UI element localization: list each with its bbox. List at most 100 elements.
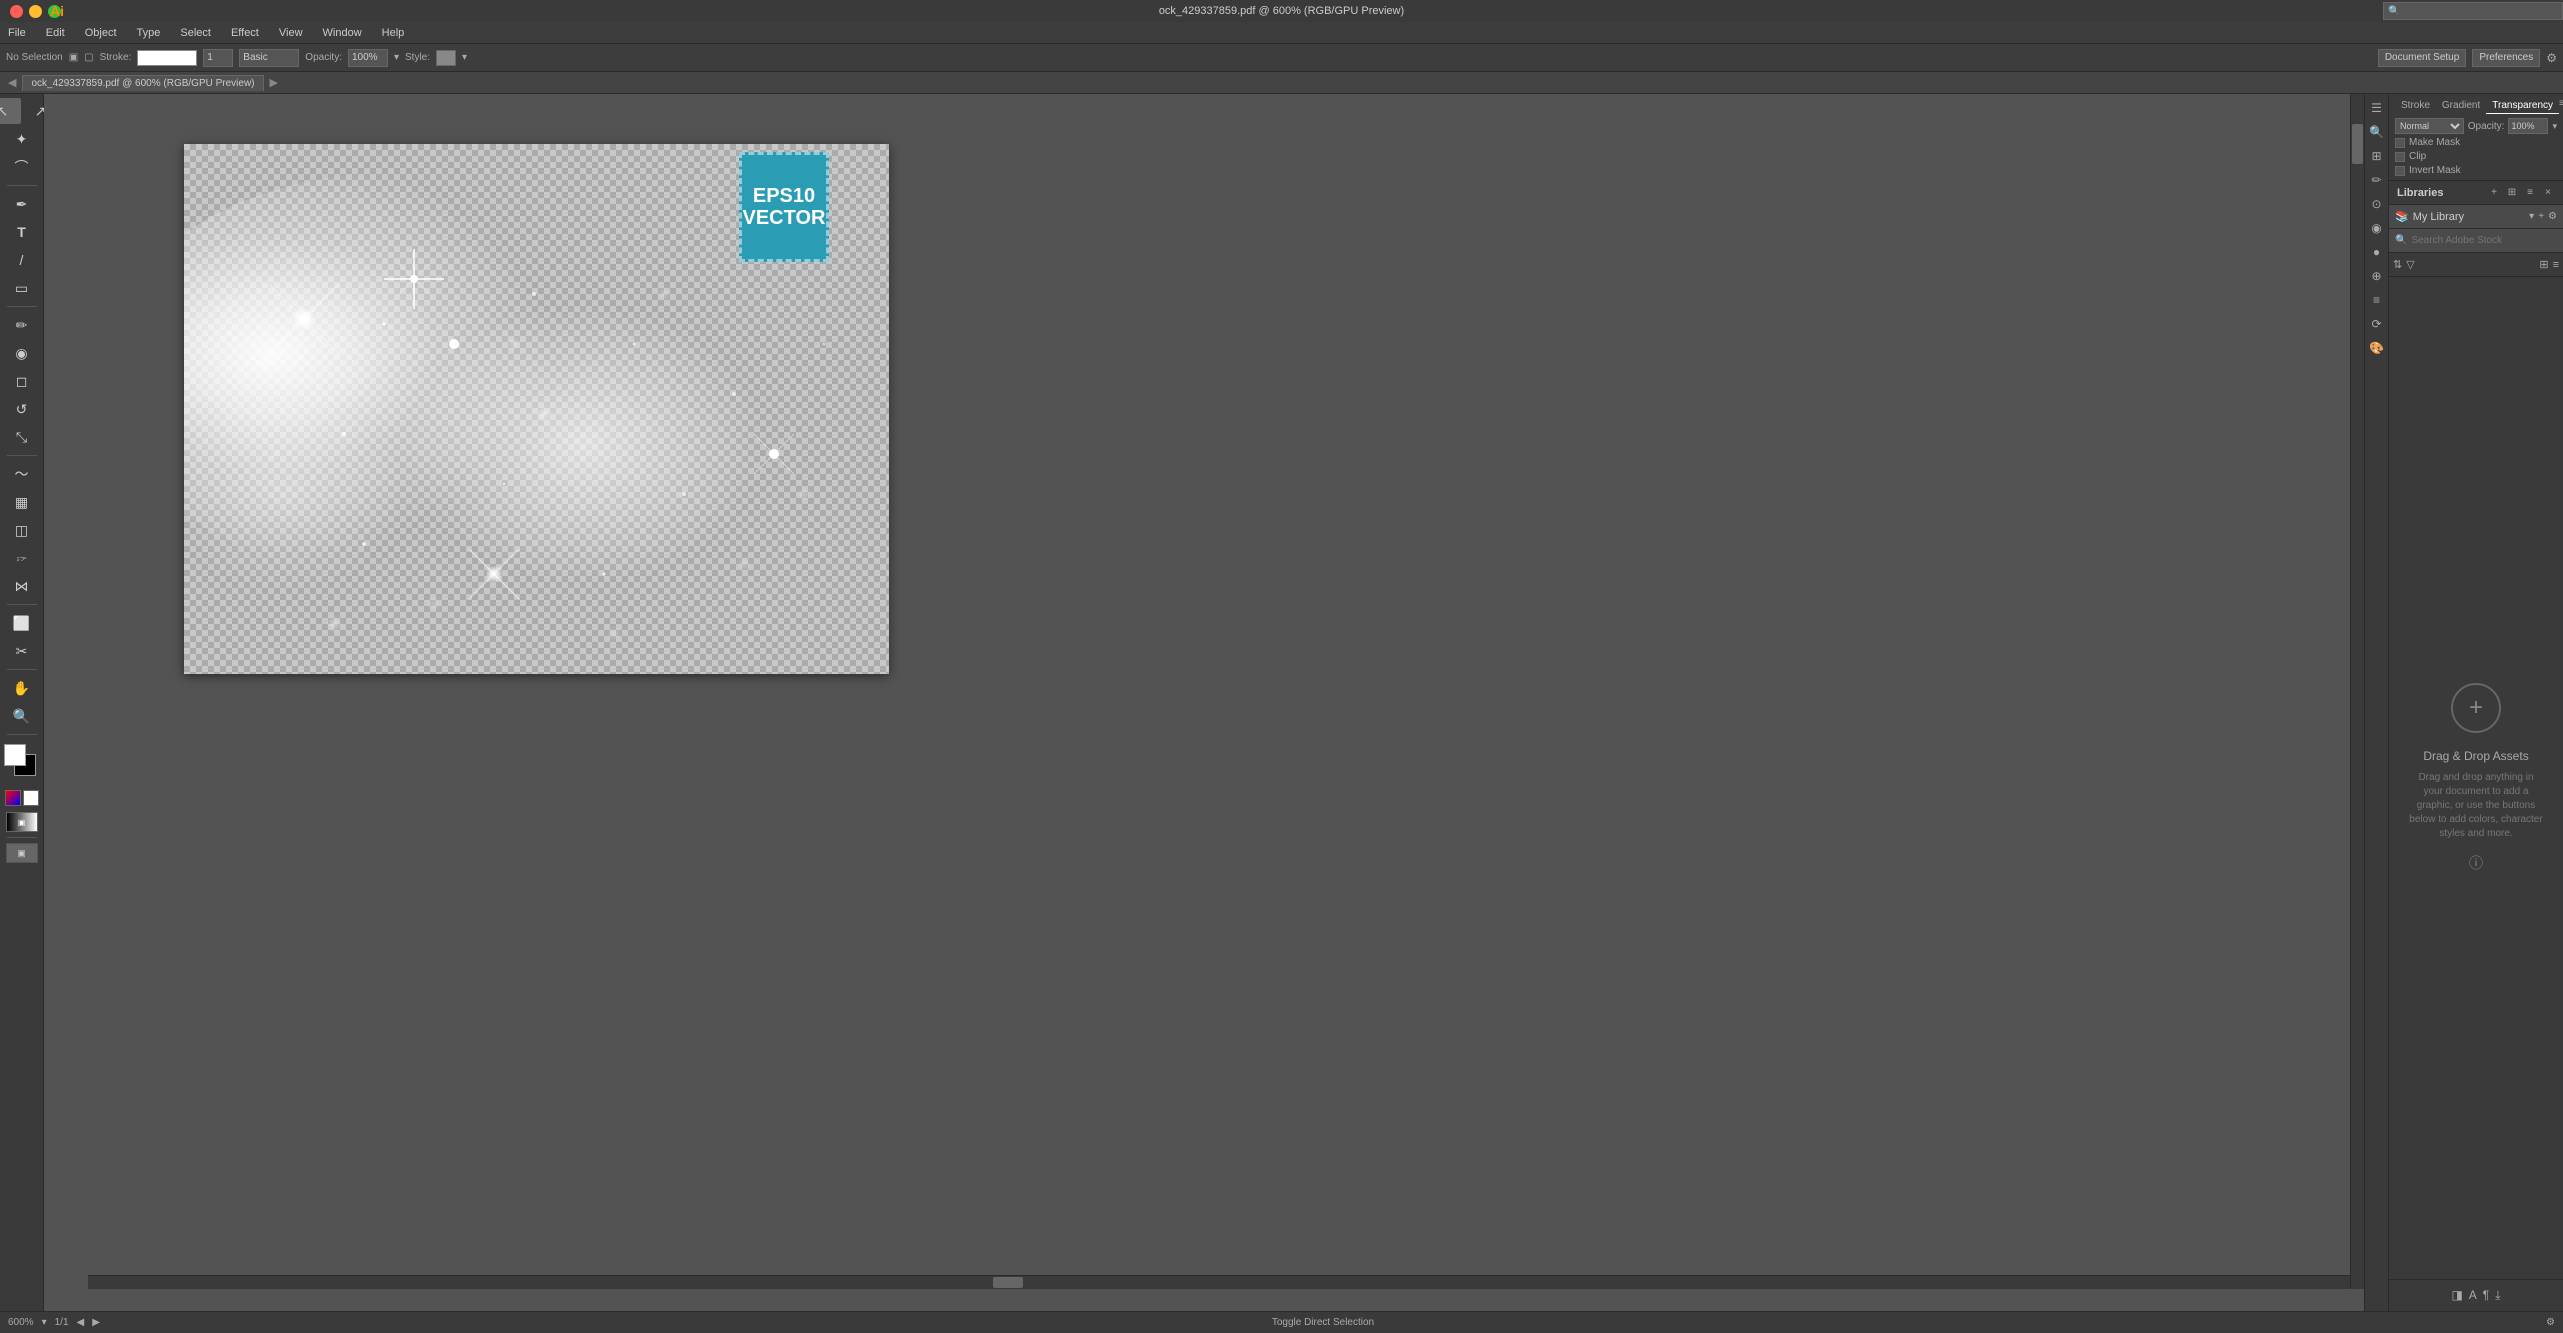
minimize-button[interactable] xyxy=(29,5,42,18)
menu-edit[interactable]: Edit xyxy=(46,27,65,39)
scale-tool[interactable]: ⤡ xyxy=(4,424,40,450)
graphic-styles-icon[interactable]: ◉ xyxy=(2367,218,2387,238)
panel-close-btn[interactable]: × xyxy=(2541,186,2555,200)
stroke-preview[interactable] xyxy=(137,50,197,66)
symbols-icon[interactable]: ⊙ xyxy=(2367,194,2387,214)
pen-tool[interactable]: ✒ xyxy=(4,191,40,217)
graph-tool[interactable]: ▦ xyxy=(4,489,40,515)
libraries-icon[interactable]: ☰ xyxy=(2367,98,2387,118)
paintbrush-tool[interactable]: ✏ xyxy=(4,312,40,338)
library-selector[interactable]: 📚 My Library ▾ + ⚙ xyxy=(2389,205,2563,229)
opacity-input-sp[interactable] xyxy=(2508,118,2548,134)
fill-swatch[interactable] xyxy=(4,744,26,766)
menu-select[interactable]: Select xyxy=(180,27,211,39)
close-button[interactable] xyxy=(10,5,23,18)
assets-icon[interactable]: ⊞ xyxy=(2367,146,2387,166)
menu-object[interactable]: Object xyxy=(85,27,117,39)
filter-icon[interactable]: ▽ xyxy=(2406,258,2414,271)
document-tab[interactable]: ock_429337859.pdf @ 600% (RGB/GPU Previe… xyxy=(22,75,263,91)
style-arrow[interactable]: ▾ xyxy=(462,52,467,63)
fill-indicator[interactable]: ▣ xyxy=(69,52,78,63)
make-mask-check[interactable] xyxy=(2395,138,2405,148)
color-icon[interactable]: 🎨 xyxy=(2367,338,2387,358)
navigator-icon[interactable]: ⊕ xyxy=(2367,266,2387,286)
shape-tool[interactable]: ▭ xyxy=(4,275,40,301)
left-arrow-nav[interactable]: ◀ xyxy=(77,1317,85,1328)
style-swatch[interactable] xyxy=(436,50,456,66)
stroke-profile-dropdown[interactable]: Basic xyxy=(239,49,299,67)
lib-chevron[interactable]: ▾ xyxy=(2529,211,2534,222)
add-asset-circle[interactable]: + xyxy=(2451,683,2501,733)
grid-view-icon[interactable]: ⊞ xyxy=(2539,258,2548,271)
color-swatches[interactable] xyxy=(4,744,40,780)
align-icon[interactable]: ≡ xyxy=(2367,290,2387,310)
menu-type[interactable]: Type xyxy=(137,27,161,39)
document-setup-button[interactable]: Document Setup xyxy=(2378,49,2467,67)
library-search[interactable]: 🔍 xyxy=(2389,229,2563,253)
panel-menu-icon[interactable]: ≡ xyxy=(2559,98,2563,114)
eraser-tool[interactable]: ◻ xyxy=(4,368,40,394)
type-tool[interactable]: T xyxy=(4,219,40,245)
gradient-swatch[interactable]: ▣ xyxy=(6,812,38,832)
global-search[interactable]: 🔍 xyxy=(2383,2,2563,20)
zoom-dropdown-arrow[interactable]: ▾ xyxy=(42,1317,47,1328)
hand-tool[interactable]: ✋ xyxy=(4,675,40,701)
panel-grid-btn[interactable]: ⊞ xyxy=(2505,186,2519,200)
search-stock-input[interactable] xyxy=(2411,235,2557,246)
right-arrow-nav[interactable]: ▶ xyxy=(92,1317,100,1328)
import-icon[interactable]: ⤓ xyxy=(2495,1288,2500,1303)
gradient-tab[interactable]: Gradient xyxy=(2436,98,2486,114)
clip-check[interactable] xyxy=(2395,152,2405,162)
gradient-tool[interactable]: ◫ xyxy=(4,517,40,543)
stroke-tab[interactable]: Stroke xyxy=(2395,98,2436,114)
transform-icon[interactable]: ⟳ xyxy=(2367,314,2387,334)
opacity-arrow[interactable]: ▾ xyxy=(394,52,399,63)
preferences-button[interactable]: Preferences xyxy=(2472,49,2540,67)
lib-settings-icon[interactable]: ⚙ xyxy=(2548,211,2557,222)
add-char-style-icon[interactable]: A xyxy=(2469,1288,2477,1303)
horizontal-scrollbar[interactable] xyxy=(88,1275,2350,1289)
invert-mask-check[interactable] xyxy=(2395,166,2405,176)
brush-icon[interactable]: ✏ xyxy=(2367,170,2387,190)
back-arrow[interactable]: ◀ xyxy=(8,76,16,89)
color-button[interactable] xyxy=(5,790,21,806)
vertical-scrollbar[interactable] xyxy=(2350,94,2364,1289)
warp-tool[interactable]: 〜 xyxy=(4,461,40,487)
zoom-tool[interactable]: 🔍 xyxy=(4,703,40,729)
panel-menu-btn[interactable]: ≡ xyxy=(2523,186,2537,200)
selection-tool[interactable]: ↖ xyxy=(0,98,21,124)
menu-file[interactable]: File xyxy=(8,27,26,39)
slice-tool[interactable]: ✂ xyxy=(4,638,40,664)
search-panel-icon[interactable]: 🔍 xyxy=(2367,122,2387,142)
opacity-input[interactable] xyxy=(348,49,388,67)
eyedropper-tool[interactable]: 🖙 xyxy=(4,545,40,571)
transparency-tab[interactable]: Transparency xyxy=(2486,98,2559,114)
list-view-icon[interactable]: ≡ xyxy=(2553,259,2559,271)
toggle-direct-selection[interactable]: Toggle Direct Selection xyxy=(1272,1317,1374,1328)
add-color-icon[interactable]: ◨ xyxy=(2451,1288,2462,1303)
h-scroll-thumb[interactable] xyxy=(993,1277,1023,1288)
stroke-indicator[interactable]: ▢ xyxy=(84,52,93,63)
appearance-icon[interactable]: ● xyxy=(2367,242,2387,262)
menu-window[interactable]: Window xyxy=(323,27,362,39)
menu-help[interactable]: Help xyxy=(382,27,405,39)
add-para-style-icon[interactable]: ¶ xyxy=(2483,1288,2489,1303)
blend-tool[interactable]: ⋈ xyxy=(4,573,40,599)
menu-view[interactable]: View xyxy=(279,27,303,39)
none-button[interactable] xyxy=(23,790,39,806)
line-tool[interactable]: / xyxy=(4,247,40,273)
sort-icon[interactable]: ⇅ xyxy=(2393,258,2402,271)
blend-mode-dropdown[interactable]: Normal Multiply Screen xyxy=(2395,118,2464,134)
rotate-tool[interactable]: ↺ xyxy=(4,396,40,422)
forward-arrow[interactable]: ▶ xyxy=(270,76,278,89)
status-settings[interactable]: ⚙ xyxy=(2546,1317,2555,1328)
drawing-modes[interactable]: ▣ xyxy=(6,843,38,863)
blob-brush-tool[interactable]: ◉ xyxy=(4,340,40,366)
menu-effect[interactable]: Effect xyxy=(231,27,259,39)
magic-wand-tool[interactable]: ✦ xyxy=(4,126,40,152)
canvas-area[interactable]: EPS10 VECTOR xyxy=(44,94,2364,1311)
stroke-weight-input[interactable] xyxy=(203,49,233,67)
lib-add-icon[interactable]: + xyxy=(2538,211,2544,222)
opacity-arrow-sp[interactable]: ▾ xyxy=(2552,121,2557,132)
artboard-tool[interactable]: ⬜ xyxy=(4,610,40,636)
